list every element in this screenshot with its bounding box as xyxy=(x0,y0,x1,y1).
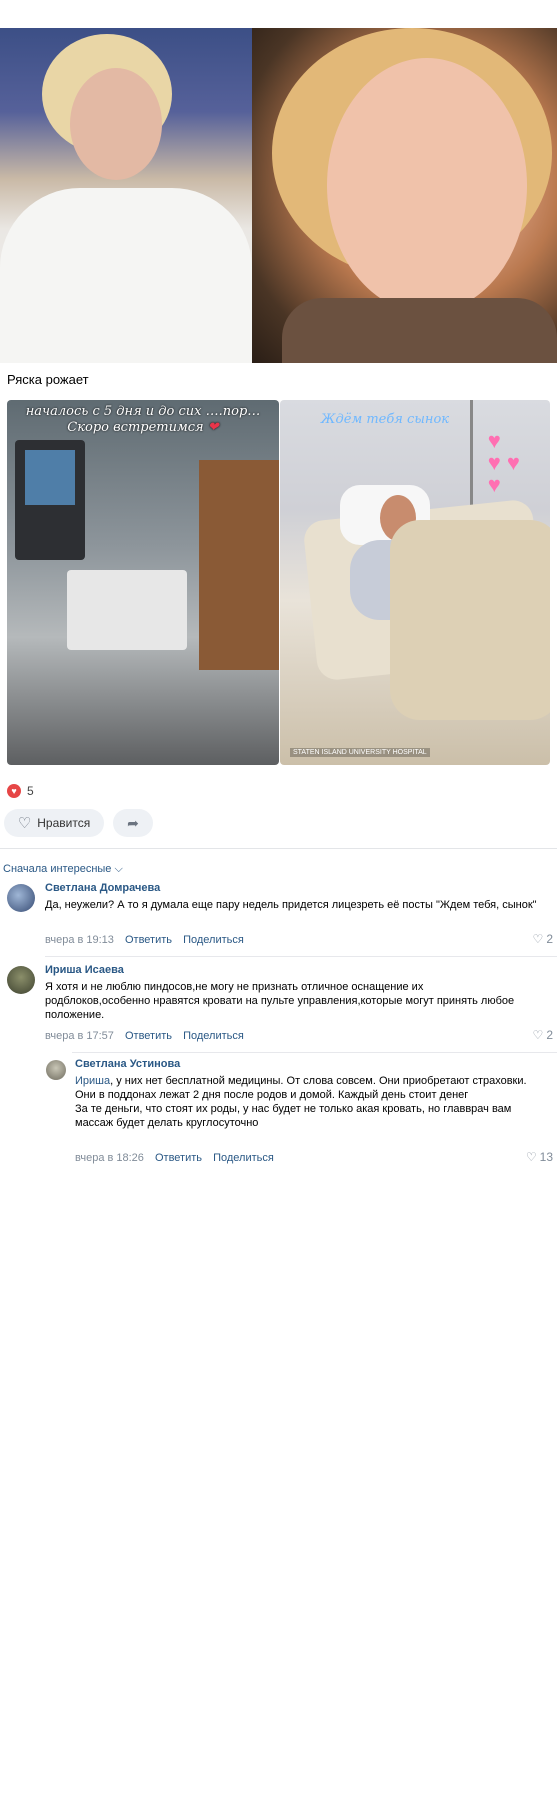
avatar[interactable] xyxy=(7,966,35,994)
blanket-shape xyxy=(390,520,550,720)
reply-to-link[interactable]: Ириша xyxy=(75,1075,110,1087)
comment-like-button[interactable]: ♡ 13 xyxy=(526,1150,553,1164)
likes-count: 5 xyxy=(27,784,34,798)
comment-meta: вчера в 18:26 Ответить Поделиться xyxy=(75,1152,282,1164)
story-caption: Ждём тебя сынок xyxy=(320,412,450,427)
comment-likes-count: 13 xyxy=(539,1150,553,1164)
comment-meta: вчера в 19:13 Ответить Поделиться xyxy=(45,934,252,946)
reply-button[interactable]: Ответить xyxy=(125,1030,172,1042)
comment-text: Да, неужели? А то я думала еще пару неде… xyxy=(45,899,537,911)
face-shape xyxy=(70,68,162,180)
reply-button[interactable]: Ответить xyxy=(155,1152,202,1164)
comment-like-button[interactable]: ♡ 2 xyxy=(533,932,553,946)
comment-author[interactable]: Ириша Исаева xyxy=(45,964,124,976)
heart-outline-icon: ♡ xyxy=(17,815,32,832)
heart-icon: ❤ xyxy=(207,420,219,435)
divider xyxy=(45,956,557,957)
post-photo-story-right[interactable]: Ждём тебя сынок ♥ ♥ ♥ ♥ STATEN ISLAND UNIV… xyxy=(280,400,550,765)
post-text: Ряска рожает xyxy=(7,372,89,387)
comment-time[interactable]: вчера в 17:57 xyxy=(45,1030,114,1042)
hearts-icon: ♥ ♥ ♥ ♥ xyxy=(487,428,520,497)
like-button[interactable]: ♡ Нравится xyxy=(4,809,104,837)
heart-outline-icon: ♡ xyxy=(525,1150,537,1164)
story-caption-line1: началось с 5 дня и до сих ….пор… xyxy=(25,404,261,419)
story-caption-line2: Скоро встретимся ❤ xyxy=(67,420,219,435)
cart-shape xyxy=(67,570,187,650)
divider xyxy=(72,1052,557,1053)
comment-likes-count: 2 xyxy=(546,932,553,946)
comment-likes-count: 2 xyxy=(546,1028,553,1042)
reactions-summary[interactable]: ♥ 5 xyxy=(7,784,34,798)
comment-meta: вчера в 17:57 Ответить Поделиться xyxy=(45,1030,252,1042)
scarf-shape xyxy=(282,298,557,363)
hospital-tag: STATEN ISLAND UNIVERSITY HOSPITAL xyxy=(290,748,430,757)
robe-shape xyxy=(0,188,252,363)
comment-author[interactable]: Светлана Устинова xyxy=(75,1058,180,1070)
share-button[interactable]: ➦ xyxy=(113,809,153,837)
divider xyxy=(0,848,557,849)
comment-author[interactable]: Светлана Домрачева xyxy=(45,882,160,894)
share-icon: ➦ xyxy=(127,814,139,831)
comments-sort-dropdown[interactable]: Сначала интересные ⌵ xyxy=(3,863,123,876)
cabinet-shape xyxy=(199,460,279,670)
share-comment-button[interactable]: Поделиться xyxy=(213,1152,274,1164)
post-photo-left[interactable] xyxy=(0,28,252,363)
heart-icon: ♥ xyxy=(7,784,21,798)
comment-like-button[interactable]: ♡ 2 xyxy=(533,1028,553,1042)
post-photo-story-left[interactable]: началось с 5 дня и до сих ….пор… Скоро в… xyxy=(7,400,279,765)
avatar[interactable] xyxy=(46,1060,66,1080)
heart-outline-icon: ♡ xyxy=(532,932,544,946)
like-button-label: Нравится xyxy=(37,816,91,830)
face-shape xyxy=(327,58,527,313)
post-photo-collage[interactable] xyxy=(0,28,557,363)
reply-button[interactable]: Ответить xyxy=(125,934,172,946)
comment-time[interactable]: вчера в 19:13 xyxy=(45,934,114,946)
avatar[interactable] xyxy=(7,884,35,912)
comment-text: Я хотя и не люблю пиндосов,не могу не пр… xyxy=(45,981,515,1021)
share-comment-button[interactable]: Поделиться xyxy=(183,1030,244,1042)
heart-outline-icon: ♡ xyxy=(532,1028,544,1042)
comment-time[interactable]: вчера в 18:26 xyxy=(75,1152,144,1164)
monitor-shape xyxy=(15,440,85,560)
post-photo-right[interactable] xyxy=(252,28,557,363)
share-comment-button[interactable]: Поделиться xyxy=(183,934,244,946)
comment-text: Ириша, у них нет бесплатной медицины. От… xyxy=(75,1075,527,1129)
